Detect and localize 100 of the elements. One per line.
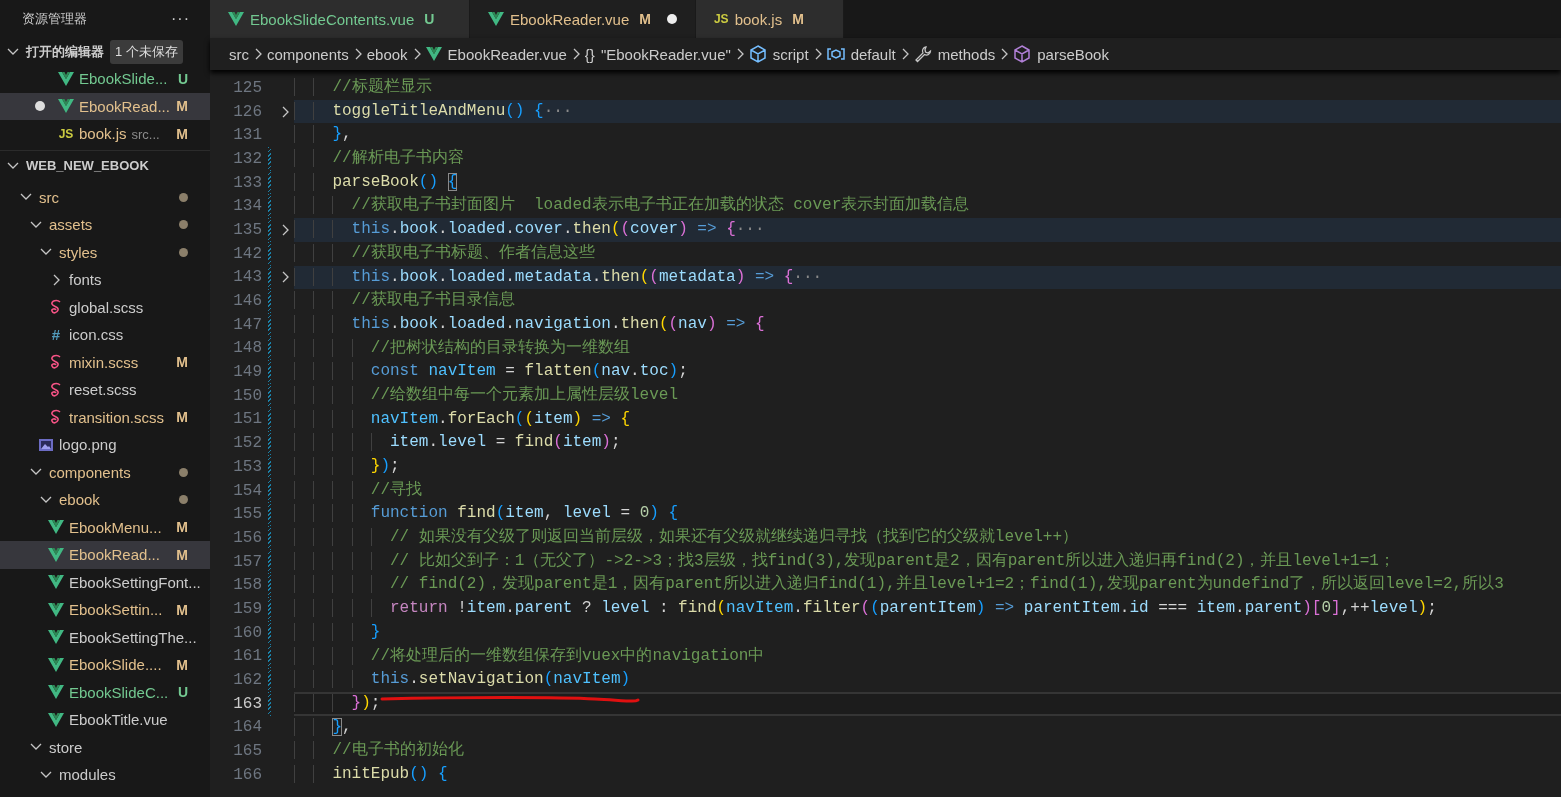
breadcrumb-item[interactable]: parseBook	[1037, 45, 1109, 63]
cube-icon	[1013, 45, 1032, 63]
line-number: 160	[232, 623, 262, 642]
git-status: U	[424, 11, 435, 27]
more-actions-button[interactable]: ···	[171, 10, 190, 28]
v-logo-icon	[488, 12, 504, 26]
breadcrumb-item[interactable]: default	[850, 45, 896, 63]
folder-item[interactable]: assets	[0, 211, 210, 239]
git-status: M	[792, 11, 804, 27]
file-name: EbookRead...	[69, 546, 161, 564]
file-name: transition.scss	[69, 408, 166, 426]
folder-name: components	[49, 463, 132, 481]
editor-tab[interactable]: EbookSlideContents.vue U	[210, 0, 470, 38]
file-item[interactable]: mixin.scss M	[0, 348, 210, 376]
file-item[interactable]: EbookTitle.vue	[0, 706, 210, 734]
section-title[interactable]: WEB_NEW_EBOOK	[26, 158, 149, 173]
line-number: 134	[232, 197, 262, 216]
file-name: icon.css	[69, 326, 125, 344]
section-title[interactable]: 打开的编辑器	[26, 42, 104, 61]
git-status: M	[176, 409, 188, 426]
code-line: },	[294, 123, 1561, 148]
open-editor-item[interactable]: JS book.js src... M	[0, 120, 210, 148]
panel-title: 资源管理器	[22, 10, 87, 28]
line-number: 150	[232, 386, 262, 405]
breadcrumb-item[interactable]: src	[229, 45, 249, 63]
git-status: M	[639, 11, 651, 27]
file-item[interactable]: EbookSettin... M	[0, 596, 210, 624]
line-number: 131	[232, 126, 262, 145]
fold-chevron-icon[interactable]	[280, 222, 290, 237]
breadcrumb-item[interactable]: "EbookReader.vue"	[600, 45, 731, 63]
folder-name: assets	[49, 216, 94, 234]
chevron-down-icon[interactable]	[39, 494, 53, 505]
git-status: M	[176, 656, 188, 673]
line-number: 159	[232, 599, 262, 618]
breadcrumb-item[interactable]: script	[772, 45, 809, 63]
folder-item[interactable]: modules	[0, 761, 210, 789]
code-line: });	[294, 455, 1561, 479]
folder-item[interactable]: fonts	[0, 266, 210, 294]
line-number: 126	[232, 102, 262, 121]
file-name: mixin.scss	[69, 353, 140, 371]
line-number: 166	[232, 765, 262, 784]
fold-chevron-icon[interactable]	[280, 270, 290, 285]
file-item[interactable]: EbookSettingThe...	[0, 623, 210, 651]
breadcrumb-item[interactable]: ebook	[366, 45, 408, 63]
file-item[interactable]: EbookSettingFont...	[0, 568, 210, 596]
chevron-down-icon[interactable]	[6, 46, 20, 57]
file-item[interactable]: transition.scss M	[0, 403, 210, 431]
fold-chevron-icon[interactable]	[280, 104, 290, 119]
file-item[interactable]: global.scss	[0, 293, 210, 321]
cube-icon	[748, 45, 767, 63]
chevron-right-icon[interactable]	[999, 47, 1010, 61]
line-number: 165	[232, 742, 262, 761]
folder-name: modules	[59, 766, 117, 784]
unsaved-badge: 1 个未保存	[110, 39, 183, 64]
breadcrumb-item[interactable]: EbookReader.vue	[447, 45, 567, 63]
squiggle-icon	[49, 354, 63, 371]
v-logo-icon	[58, 71, 74, 86]
open-editor-item[interactable]: EbookRead... M	[0, 92, 210, 120]
braces-icon: {}	[584, 45, 595, 63]
v-logo-icon	[48, 575, 64, 590]
v-logo-icon	[425, 47, 442, 61]
file-item[interactable]: EbookMenu... M	[0, 513, 210, 541]
code-line: parseBook() {	[294, 170, 1561, 195]
v-logo-icon	[48, 712, 64, 727]
file-name: EbookSettingFont...	[69, 573, 201, 591]
folder-item[interactable]: ebook	[0, 486, 210, 514]
chevron-down-icon[interactable]	[6, 160, 20, 171]
file-item[interactable]: EbookRead... M	[0, 541, 210, 569]
chevron-down-icon[interactable]	[29, 219, 43, 230]
editor-tab[interactable]: JS book.js M	[695, 0, 844, 38]
git-status: M	[176, 98, 188, 115]
file-item[interactable]: EbookSlideC... U	[0, 678, 210, 706]
breadcrumb-item[interactable]: methods	[937, 45, 996, 63]
line-number: 149	[232, 363, 262, 382]
folder-item[interactable]: src	[0, 183, 210, 211]
file-item[interactable]: EbookSlide.... M	[0, 651, 210, 679]
file-item[interactable]: logo.png	[0, 431, 210, 459]
file-item[interactable]: # icon.css	[0, 321, 210, 349]
folder-item[interactable]: components	[0, 458, 210, 486]
line-number: 148	[232, 339, 262, 358]
chevron-right-icon[interactable]	[253, 47, 263, 61]
file-name: reset.scss	[69, 381, 138, 399]
squiggle-icon	[49, 381, 63, 398]
folder-item[interactable]: styles	[0, 238, 210, 266]
editor-tab[interactable]: EbookReader.vue M	[470, 0, 696, 38]
chevron-down-icon[interactable]	[39, 769, 53, 780]
file-item[interactable]: reset.scss	[0, 376, 210, 404]
line-number: 125	[232, 78, 262, 97]
line-number: 153	[232, 457, 262, 476]
folder-name: src	[39, 188, 60, 206]
line-number: 164	[232, 718, 262, 737]
v-logo-icon	[48, 520, 64, 535]
code-line: //获取电子书标题、作者信息这些	[294, 241, 1561, 266]
breadcrumb-item[interactable]: components	[267, 45, 349, 63]
chevron-right-icon[interactable]	[51, 272, 61, 287]
open-editor-item[interactable]: EbookSlide... U	[0, 65, 210, 93]
tab-label: book.js	[734, 10, 783, 28]
git-status: M	[176, 354, 188, 371]
line-number: 133	[232, 173, 262, 192]
folder-item[interactable]: store	[0, 733, 210, 761]
